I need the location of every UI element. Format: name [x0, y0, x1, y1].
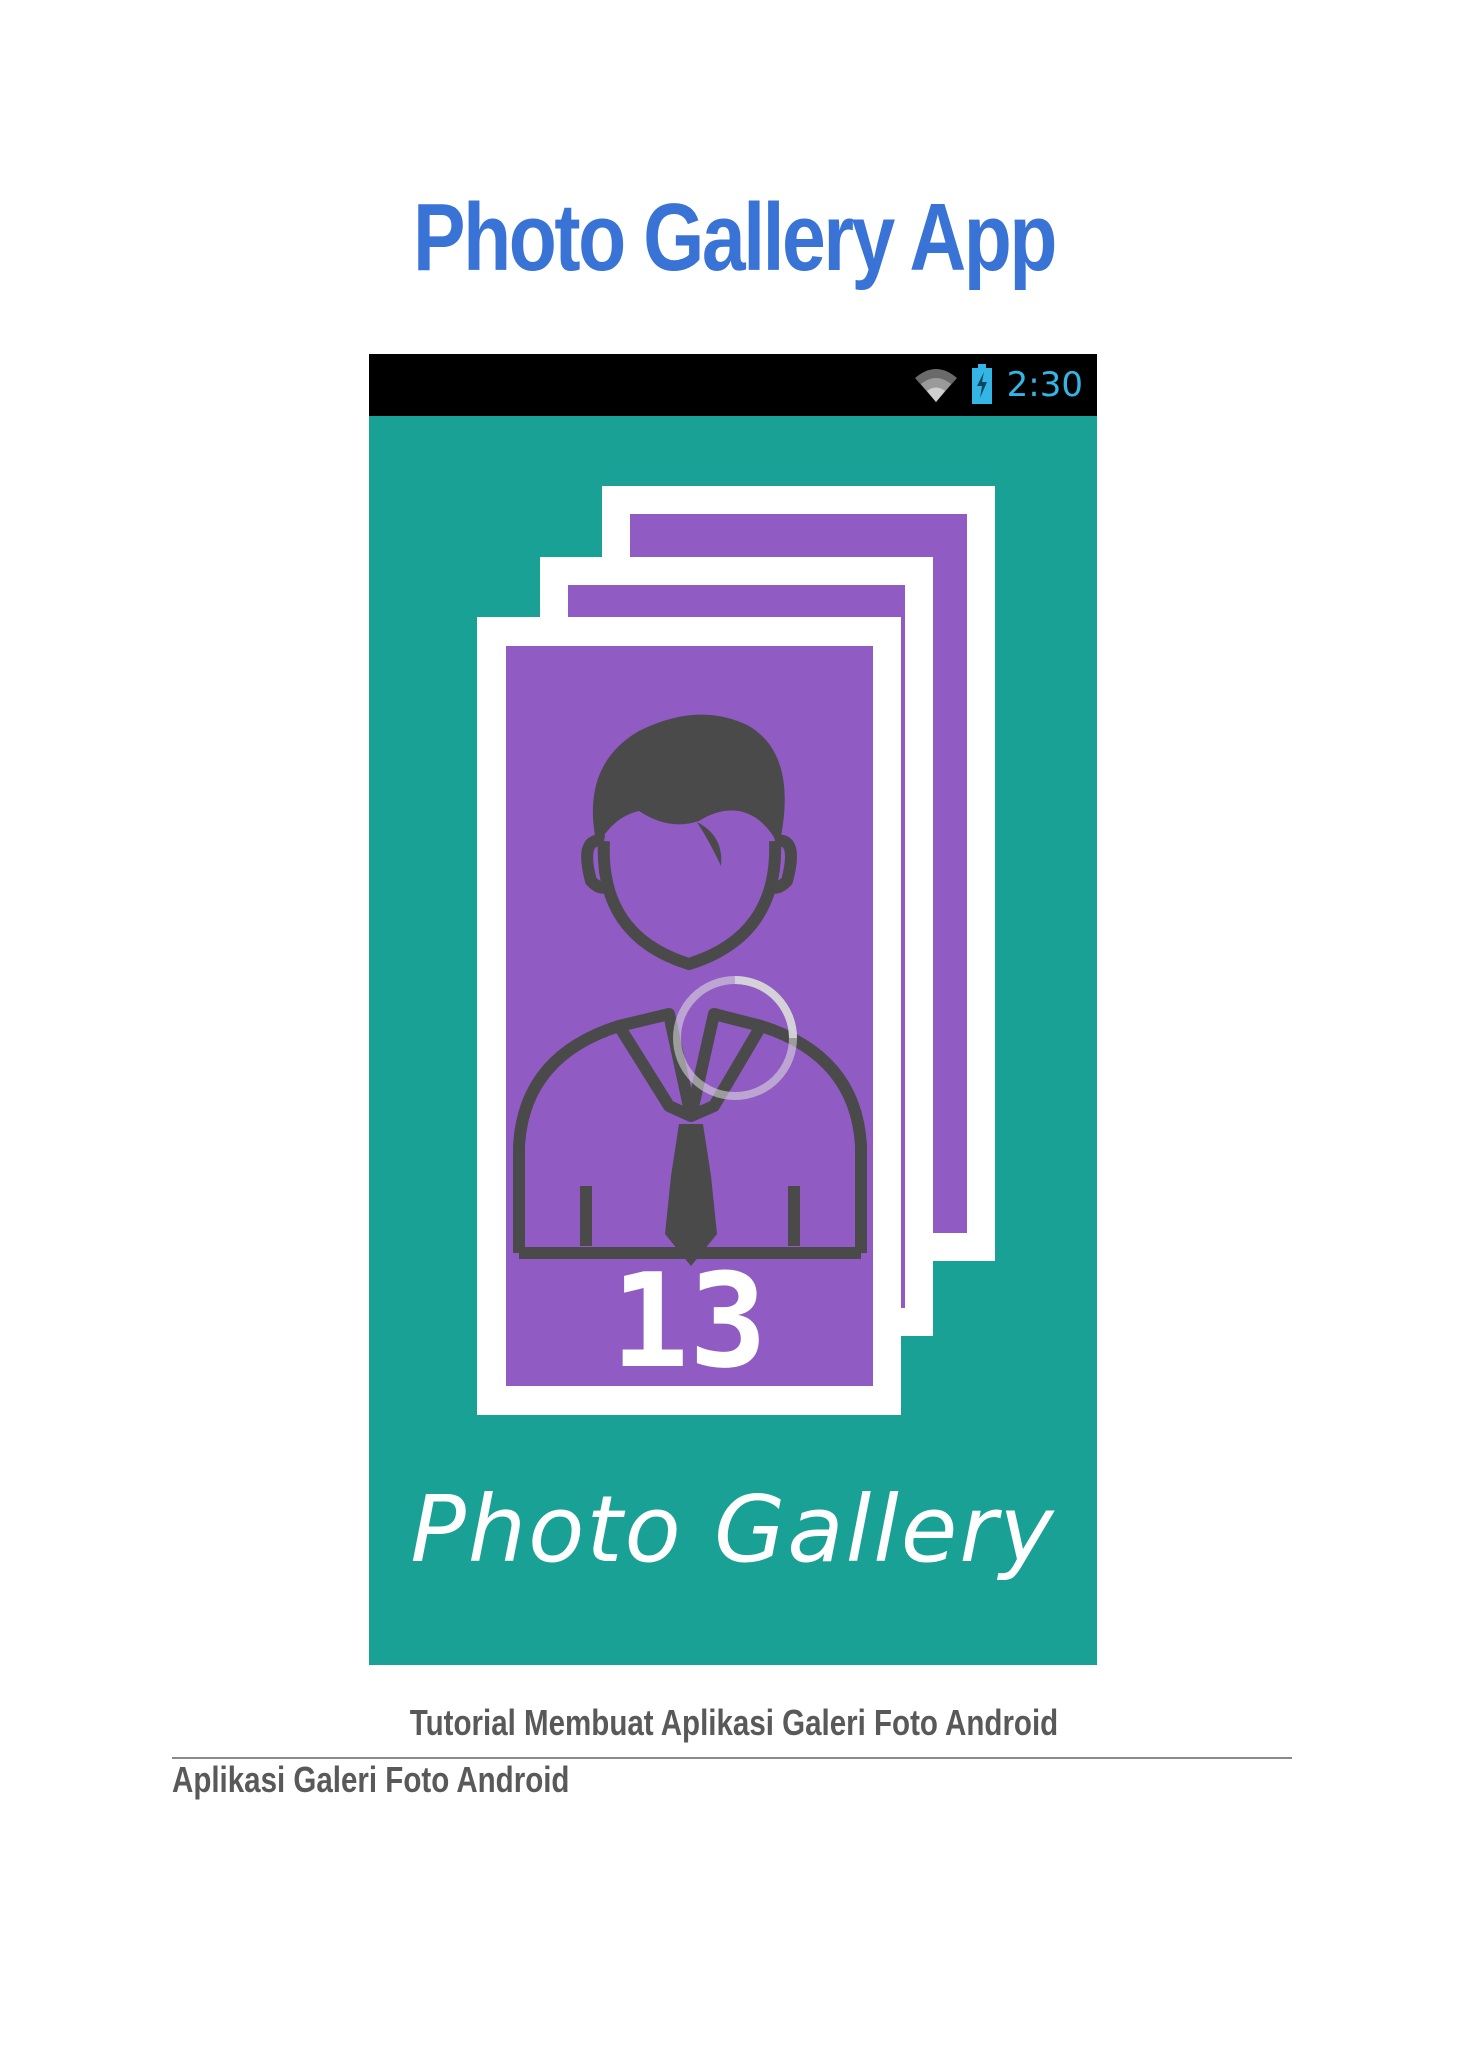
figure-caption: Tutorial Membuat Aplikasi Galeri Foto An…	[409, 1702, 1059, 1743]
app-screenshot: 2:30 13 Photo Gallery	[369, 354, 1097, 1665]
splash-app-name: Photo Gallery	[410, 1476, 1056, 1583]
status-clock: 2:30	[1006, 365, 1083, 405]
section-heading: Aplikasi Galeri Foto Android	[172, 1759, 570, 1800]
battery-charging-icon	[972, 364, 992, 404]
document-title: Photo Gallery App	[413, 184, 1057, 291]
wifi-icon	[915, 369, 957, 402]
loading-spinner-icon	[673, 976, 797, 1100]
badge-number: 13	[611, 1245, 768, 1397]
status-bar: 2:30	[369, 354, 1097, 416]
